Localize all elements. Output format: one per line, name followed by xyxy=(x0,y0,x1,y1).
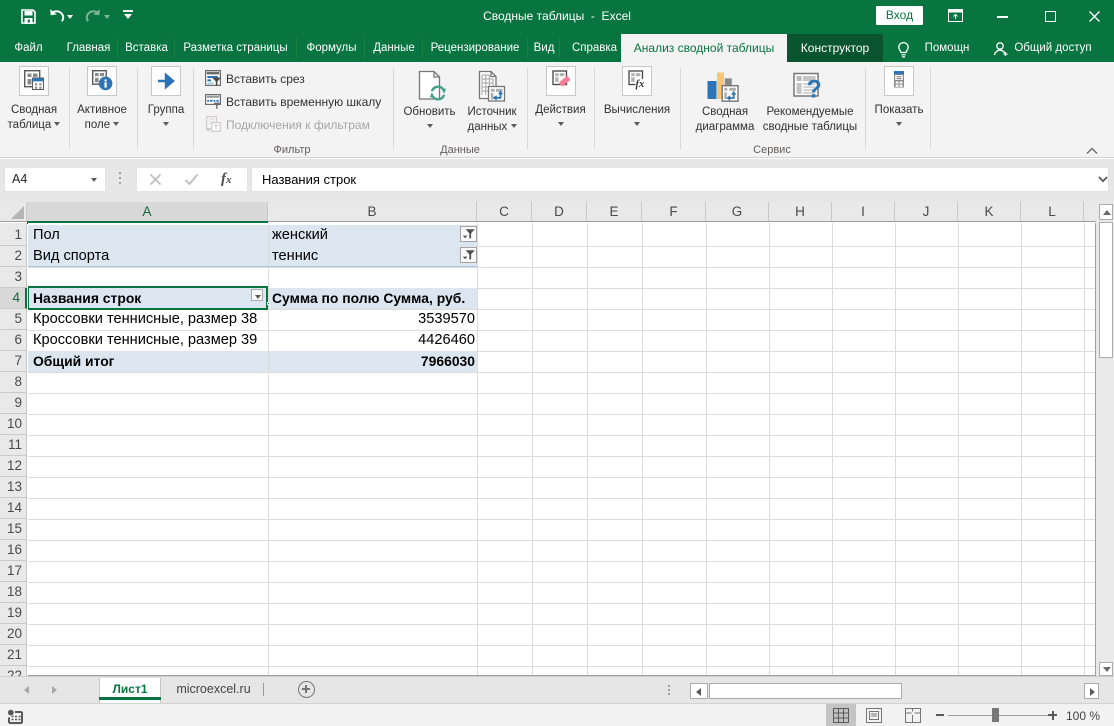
svg-text:fx: fx xyxy=(636,79,645,90)
svg-text:?: ? xyxy=(807,76,822,103)
